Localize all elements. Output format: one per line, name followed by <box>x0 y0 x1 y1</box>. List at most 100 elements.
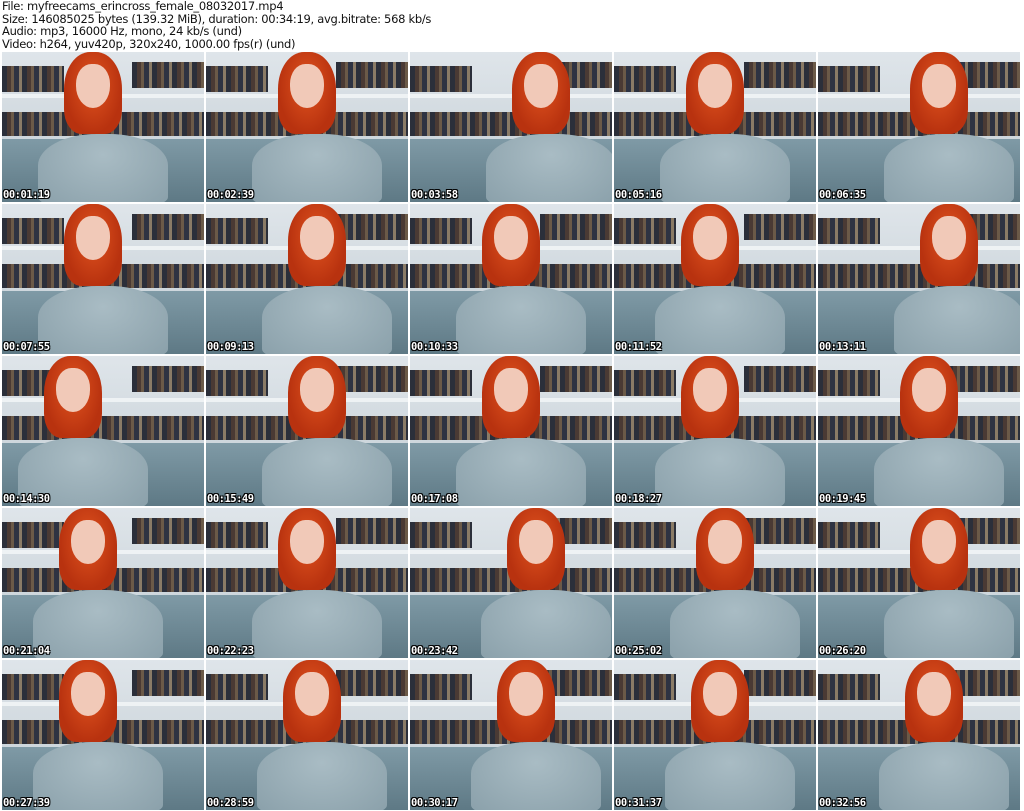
person-face <box>56 368 90 412</box>
person-body <box>38 286 168 354</box>
bookshelf <box>410 112 612 136</box>
person-face <box>912 368 946 412</box>
bookshelf <box>206 674 268 700</box>
timestamp: 00:07:55 <box>3 341 50 353</box>
person-body <box>660 134 790 202</box>
timestamp: 00:26:20 <box>819 645 866 657</box>
video-info: Video: h264, yuv420p, 320x240, 1000.00 f… <box>2 36 296 51</box>
bookshelf <box>2 674 64 700</box>
person-face <box>295 672 329 716</box>
bookshelf <box>410 370 472 396</box>
person-body <box>262 286 392 354</box>
person-body <box>655 438 785 506</box>
file-name: File: myfreecams_erincross_female_080320… <box>2 0 284 13</box>
timestamp: 00:03:58 <box>411 189 458 201</box>
timestamp: 00:17:08 <box>411 493 458 505</box>
bookshelf <box>336 214 408 240</box>
bookshelf <box>336 670 408 696</box>
timestamp: 00:14:30 <box>3 493 50 505</box>
video-thumbnail: 00:13:11 <box>818 204 1020 354</box>
person-body <box>884 590 1014 658</box>
person-face <box>708 520 742 564</box>
bookshelf <box>744 670 816 696</box>
person-face <box>693 368 727 412</box>
bookshelf <box>744 518 816 544</box>
bookshelf <box>614 66 676 92</box>
video-thumbnail: 00:10:33 <box>410 204 612 354</box>
timestamp: 00:22:23 <box>207 645 254 657</box>
person-body <box>456 438 586 506</box>
timestamp: 00:15:49 <box>207 493 254 505</box>
person-face <box>76 216 110 260</box>
timestamp: 00:32:56 <box>819 797 866 809</box>
bookshelf <box>206 522 268 548</box>
timestamp: 00:02:39 <box>207 189 254 201</box>
video-thumbnail: 00:01:19 <box>2 52 204 202</box>
timestamp: 00:01:19 <box>3 189 50 201</box>
person-face <box>698 64 732 108</box>
bookshelf <box>818 264 1020 288</box>
timestamp: 00:05:16 <box>615 189 662 201</box>
video-thumbnail: 00:14:30 <box>2 356 204 506</box>
bookshelf <box>818 66 880 92</box>
person-face <box>71 520 105 564</box>
person-body <box>252 590 382 658</box>
person-body <box>879 742 1009 810</box>
timestamp: 00:21:04 <box>3 645 50 657</box>
bookshelf <box>818 218 880 244</box>
timestamp: 00:10:33 <box>411 341 458 353</box>
video-thumbnail: 00:19:45 <box>818 356 1020 506</box>
video-thumbnail: 00:26:20 <box>818 508 1020 658</box>
bookshelf <box>206 370 268 396</box>
timestamp: 00:28:59 <box>207 797 254 809</box>
video-thumbnail: 00:15:49 <box>206 356 408 506</box>
person-face <box>300 368 334 412</box>
person-face <box>290 64 324 108</box>
timestamp: 00:23:42 <box>411 645 458 657</box>
timestamp: 00:18:27 <box>615 493 662 505</box>
shelf-board <box>818 246 1020 250</box>
person-face <box>494 216 528 260</box>
video-thumbnail: 00:06:35 <box>818 52 1020 202</box>
video-thumbnail: 00:22:23 <box>206 508 408 658</box>
bookshelf <box>132 518 204 544</box>
video-thumbnail: 00:28:59 <box>206 660 408 810</box>
bookshelf <box>336 518 408 544</box>
video-thumbnail: 00:07:55 <box>2 204 204 354</box>
video-thumbnail: 00:18:27 <box>614 356 816 506</box>
video-thumbnail: 00:30:17 <box>410 660 612 810</box>
video-thumbnail: 00:17:08 <box>410 356 612 506</box>
video-thumbnail: 00:32:56 <box>818 660 1020 810</box>
person-body <box>33 590 163 658</box>
timestamp: 00:11:52 <box>615 341 662 353</box>
person-body <box>257 742 387 810</box>
person-face <box>693 216 727 260</box>
person-face <box>300 216 334 260</box>
timestamp: 00:25:02 <box>615 645 662 657</box>
person-body <box>894 286 1020 354</box>
bookshelf <box>948 366 1020 392</box>
video-thumbnail: 00:11:52 <box>614 204 816 354</box>
person-face <box>519 520 553 564</box>
person-body <box>486 134 612 202</box>
bookshelf <box>744 366 816 392</box>
bookshelf <box>336 62 408 88</box>
bookshelf <box>2 218 64 244</box>
person-body <box>884 134 1014 202</box>
bookshelf <box>540 214 612 240</box>
bookshelf <box>132 670 204 696</box>
person-body <box>670 590 800 658</box>
bookshelf <box>818 674 880 700</box>
bookshelf <box>410 218 472 244</box>
person-body <box>481 590 611 658</box>
timestamp: 00:31:37 <box>615 797 662 809</box>
bookshelf <box>132 214 204 240</box>
bookshelf <box>336 366 408 392</box>
timestamp: 00:19:45 <box>819 493 866 505</box>
person-face <box>703 672 737 716</box>
shelf-board <box>410 94 612 98</box>
video-thumbnail: 00:25:02 <box>614 508 816 658</box>
bookshelf <box>614 370 676 396</box>
person-body <box>471 742 601 810</box>
video-thumbnail: 00:27:39 <box>2 660 204 810</box>
